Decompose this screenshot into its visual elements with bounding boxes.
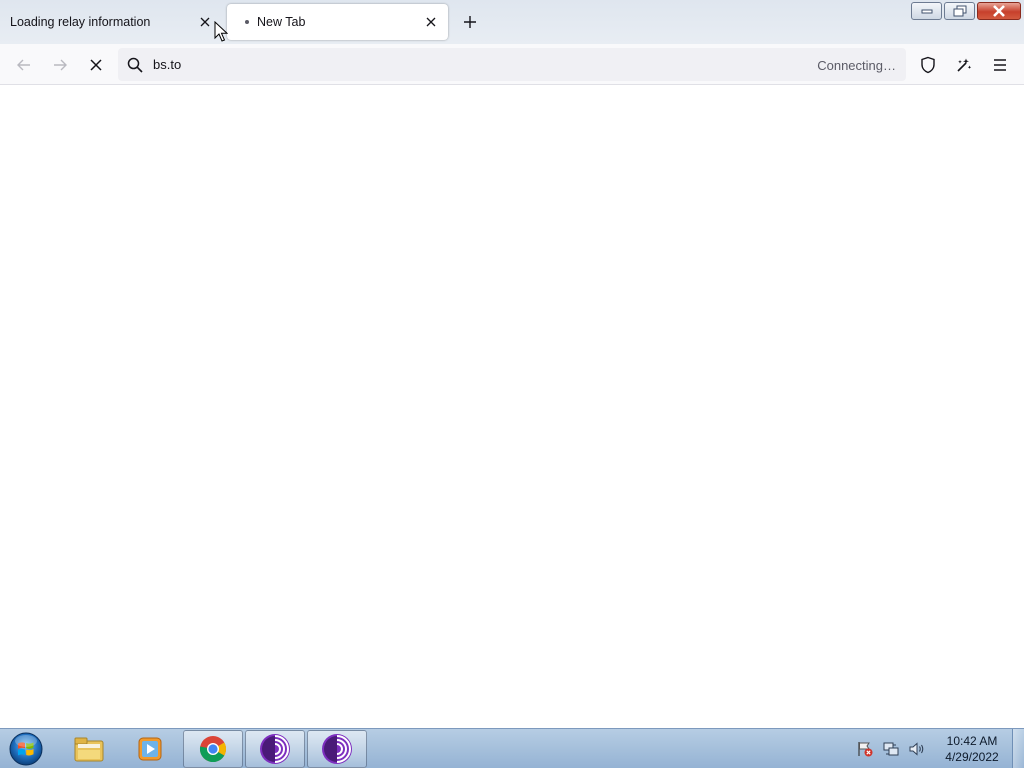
loading-dot-icon: [245, 20, 249, 24]
url-text[interactable]: bs.to: [153, 57, 181, 72]
close-icon[interactable]: [422, 13, 440, 31]
action-center-flag-icon[interactable]: [854, 738, 876, 760]
start-orb[interactable]: [7, 731, 45, 767]
clock[interactable]: 10:42 AM 4/29/2022: [936, 733, 1008, 765]
close-window-button[interactable]: [977, 2, 1021, 20]
plus-icon[interactable]: [458, 10, 482, 34]
restore-button[interactable]: [944, 2, 975, 20]
clock-time: 10:42 AM: [946, 734, 998, 748]
tab-title: New Tab: [257, 15, 306, 29]
navigation-toolbar: bs.to Connecting…: [0, 44, 1024, 85]
tab-loading-relay[interactable]: Loading relay information: [0, 4, 222, 40]
close-icon[interactable]: [196, 13, 214, 31]
menu-icon[interactable]: [985, 50, 1015, 80]
volume-icon[interactable]: [906, 738, 928, 760]
search-icon: [126, 56, 144, 74]
forward-arrow-icon[interactable]: [45, 50, 75, 80]
tab-title: Loading relay information: [10, 15, 151, 29]
stop-icon[interactable]: [81, 50, 111, 80]
media-player-icon[interactable]: [121, 730, 181, 768]
url-bar[interactable]: bs.to Connecting…: [118, 48, 906, 81]
security-level-icon[interactable]: [949, 50, 979, 80]
file-explorer-icon[interactable]: [59, 730, 119, 768]
network-icon[interactable]: [880, 738, 902, 760]
clock-date: 4/29/2022: [945, 750, 999, 764]
system-tray: 10:42 AM 4/29/2022: [852, 729, 1024, 768]
shield-icon[interactable]: [913, 50, 943, 80]
taskbar: 10:42 AM 4/29/2022: [0, 728, 1024, 768]
show-desktop-button[interactable]: [1012, 729, 1024, 768]
back-arrow-icon[interactable]: [9, 50, 39, 80]
tor-browser-icon[interactable]: [307, 730, 367, 768]
window-controls: [909, 2, 1021, 20]
tor-browser-icon[interactable]: [245, 730, 305, 768]
tab-new-tab[interactable]: New Tab: [227, 4, 448, 40]
chrome-icon[interactable]: [183, 730, 243, 768]
tab-strip: Loading relay information New Tab: [0, 0, 1024, 44]
page-content: [0, 85, 1024, 728]
connection-status: Connecting…: [817, 58, 896, 73]
minimize-button[interactable]: [911, 2, 942, 20]
